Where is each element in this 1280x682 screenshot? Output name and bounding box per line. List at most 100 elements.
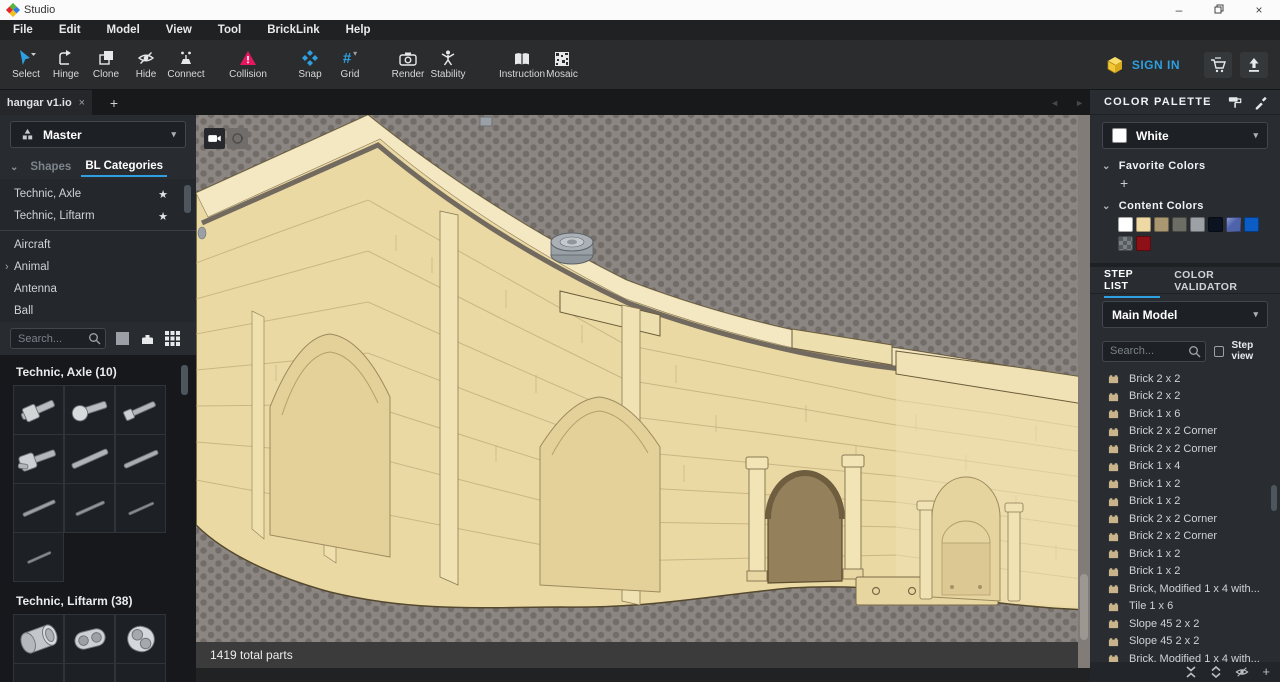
part-thumbnail-liftarm-partial[interactable] xyxy=(13,663,64,682)
grid-tool-button[interactable]: #▾ Grid xyxy=(330,49,370,80)
add-step-icon[interactable]: + xyxy=(1262,662,1270,682)
connect-tool-button[interactable]: Connect xyxy=(166,49,206,80)
tab-scroll-left-icon[interactable]: ◄ xyxy=(1050,98,1059,108)
part-thumbnail-axle-with-stop[interactable] xyxy=(13,385,64,435)
scrollbar-thumb[interactable] xyxy=(1080,574,1088,640)
eyedropper-icon[interactable] xyxy=(1254,95,1268,110)
menu-file[interactable]: File xyxy=(0,20,46,40)
part-thumbnail-axle-with-stud[interactable] xyxy=(115,385,166,435)
part-thumbnail-liftarm-cylinder[interactable] xyxy=(13,614,64,664)
step-view-checkbox[interactable] xyxy=(1214,346,1224,357)
step-list-item[interactable]: Brick 1 x 6 xyxy=(1090,405,1280,423)
collision-tool-button[interactable]: Collision xyxy=(228,49,268,80)
paint-roller-icon[interactable] xyxy=(1228,95,1242,110)
menu-help[interactable]: Help xyxy=(333,20,384,40)
tab-color-validator[interactable]: COLOR VALIDATOR xyxy=(1174,264,1280,297)
minimize-button[interactable]: – xyxy=(1172,0,1186,20)
clone-tool-button[interactable]: Clone xyxy=(86,49,126,80)
menu-bricklink[interactable]: BrickLink xyxy=(254,20,332,40)
step-list-item[interactable]: Brick, Modified 1 x 4 with... xyxy=(1090,580,1280,598)
category-technic-axle[interactable]: Technic, Axle★ xyxy=(0,183,196,205)
brick-view-button[interactable] xyxy=(138,330,156,348)
step-list-item[interactable]: Brick 2 x 2 xyxy=(1090,388,1280,406)
tab-shapes[interactable]: Shapes xyxy=(26,158,75,176)
step-list-item[interactable]: Brick 2 x 2 Corner xyxy=(1090,440,1280,458)
step-list-item[interactable]: Brick 2 x 2 Corner xyxy=(1090,528,1280,546)
viewport-vertical-scrollbar[interactable] xyxy=(1078,115,1090,668)
hide-step-icon[interactable] xyxy=(1235,666,1249,678)
upload-button[interactable] xyxy=(1240,52,1268,78)
part-thumbnail-axle-5[interactable] xyxy=(13,483,64,533)
step-list-item[interactable]: Brick 2 x 2 Corner xyxy=(1090,423,1280,441)
color-swatch-light-gray[interactable] xyxy=(1190,217,1205,232)
favorite-star-icon[interactable]: ★ xyxy=(158,188,168,201)
step-list-item[interactable]: Brick 1 x 2 xyxy=(1090,493,1280,511)
step-list-item[interactable]: Tile 1 x 6 xyxy=(1090,598,1280,616)
grid-view-button[interactable] xyxy=(163,330,181,348)
favorite-star-icon[interactable]: ★ xyxy=(158,210,168,223)
menu-edit[interactable]: Edit xyxy=(46,20,94,40)
camera-view-button[interactable] xyxy=(204,128,225,149)
content-colors-section[interactable]: ⌄ Content Colors xyxy=(1090,196,1280,214)
instruction-tool-button[interactable]: Instruction xyxy=(502,49,542,80)
category-animal[interactable]: ›Animal xyxy=(0,256,196,278)
step-list-item[interactable]: Brick 1 x 2 xyxy=(1090,545,1280,563)
collapse-all-icon[interactable] xyxy=(1185,666,1197,678)
snap-tool-button[interactable]: Snap xyxy=(290,49,330,80)
chevron-down-icon[interactable]: ⌄ xyxy=(10,162,18,173)
color-swatch-tan[interactable] xyxy=(1136,217,1151,232)
tab-hangar-v1[interactable]: hangar v1.io × xyxy=(0,90,92,115)
menu-view[interactable]: View xyxy=(153,20,205,40)
render-tool-button[interactable]: Render xyxy=(388,49,428,80)
part-thumbnail-axle-6[interactable] xyxy=(115,434,166,484)
close-button[interactable]: × xyxy=(1252,0,1266,20)
part-thumbnail-liftarm-partial[interactable] xyxy=(115,663,166,682)
model-selector-dropdown[interactable]: Master ▾ xyxy=(10,121,186,148)
mosaic-tool-button[interactable]: Mosaic xyxy=(542,49,582,80)
step-model-dropdown[interactable]: Main Model ▾ xyxy=(1102,301,1268,328)
category-scrollbar[interactable] xyxy=(184,185,191,213)
sign-in-button[interactable]: SIGN IN xyxy=(1106,56,1180,74)
category-antenna[interactable]: Antenna xyxy=(0,278,196,300)
tab-close-icon[interactable]: × xyxy=(79,97,85,109)
step-list-item[interactable]: Brick, Modified 1 x 4 with... xyxy=(1090,650,1280,662)
menu-tool[interactable]: Tool xyxy=(205,20,254,40)
part-thumbnail-axle-4[interactable] xyxy=(64,483,115,533)
step-list-item[interactable]: Brick 1 x 4 xyxy=(1090,458,1280,476)
hinge-tool-button[interactable]: Hinge xyxy=(46,49,86,80)
step-list-item[interactable]: Brick 1 x 2 xyxy=(1090,475,1280,493)
hide-tool-button[interactable]: Hide xyxy=(126,49,166,80)
part-thumbnail-axle-2[interactable] xyxy=(13,532,64,582)
part-thumbnail-axle-with-ball[interactable] xyxy=(64,385,115,435)
category-aircraft[interactable]: Aircraft xyxy=(0,234,196,256)
part-thumbnail-axle-8[interactable] xyxy=(64,434,115,484)
part-thumbnail-axle-3[interactable] xyxy=(115,483,166,533)
color-swatch-blue[interactable] xyxy=(1244,217,1259,232)
part-thumbnail-axle-connector-hub[interactable] xyxy=(13,434,64,484)
color-swatch-transparent[interactable] xyxy=(1118,236,1133,251)
menu-model[interactable]: Model xyxy=(94,20,153,40)
lego-wall-model[interactable] xyxy=(196,115,1090,668)
step-list-item[interactable]: Slope 45 2 x 2 xyxy=(1090,615,1280,633)
part-thumbnail-liftarm-1x2-thick[interactable] xyxy=(115,614,166,664)
color-swatch-blue-violet[interactable] xyxy=(1226,217,1241,232)
tab-step-list[interactable]: STEP LIST xyxy=(1104,263,1160,298)
step-list-item[interactable]: Brick 2 x 2 Corner xyxy=(1090,510,1280,528)
parts-scrollbar[interactable] xyxy=(181,365,188,395)
favorite-colors-section[interactable]: ⌄ Favorite Colors xyxy=(1090,156,1280,174)
tab-scroll-right-icon[interactable]: ► xyxy=(1075,98,1084,108)
add-favorite-color-button[interactable]: + xyxy=(1090,174,1280,196)
color-swatch-white[interactable] xyxy=(1118,217,1133,232)
color-swatch-black[interactable] xyxy=(1208,217,1223,232)
step-list-item[interactable]: Brick 2 x 2 xyxy=(1090,370,1280,388)
step-list-item[interactable]: Slope 45 2 x 2 xyxy=(1090,633,1280,651)
expand-all-icon[interactable] xyxy=(1210,666,1222,678)
new-tab-button[interactable]: + xyxy=(92,90,136,115)
step-list-scrollbar[interactable] xyxy=(1271,485,1277,511)
category-technic-liftarm[interactable]: Technic, Liftarm★ xyxy=(0,205,196,227)
large-icons-view-button[interactable] xyxy=(113,330,131,348)
select-tool-button[interactable]: Select xyxy=(6,49,46,80)
step-list-item[interactable]: Brick 1 x 2 xyxy=(1090,563,1280,581)
stability-tool-button[interactable]: Stability xyxy=(428,49,468,80)
tab-bl-categories[interactable]: BL Categories xyxy=(81,157,167,177)
